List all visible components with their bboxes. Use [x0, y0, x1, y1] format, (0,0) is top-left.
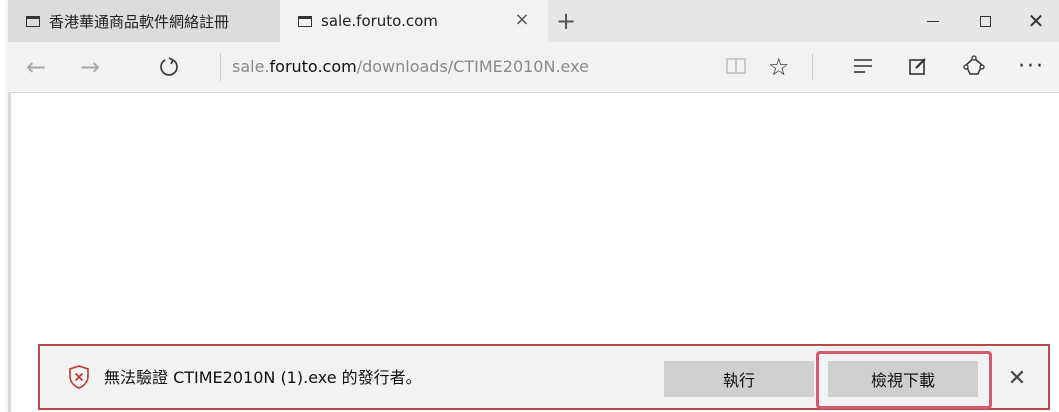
refresh-icon: [160, 57, 178, 76]
minimize-icon: [927, 20, 939, 22]
address-bar[interactable]: sale.foruto.com/downloads/CTIME2010N.exe: [232, 54, 589, 80]
tab-close-button[interactable]: ×: [512, 10, 532, 30]
tab-inactive[interactable]: 香港華通商品軟件網絡註冊: [8, 0, 280, 42]
refresh-button[interactable]: [151, 50, 187, 84]
maximize-button[interactable]: [960, 0, 1010, 42]
back-arrow-icon: ←: [25, 53, 47, 81]
close-icon: ✕: [1007, 365, 1027, 391]
maximize-icon: [979, 15, 991, 27]
star-icon[interactable]: ☆: [768, 50, 790, 84]
hub-icon[interactable]: [853, 58, 873, 74]
run-button[interactable]: 執行: [664, 361, 814, 397]
share-icon[interactable]: [963, 55, 985, 77]
tab-title: 香港華通商品軟件網絡註冊: [49, 12, 230, 31]
back-button[interactable]: ←: [18, 50, 54, 84]
forward-button[interactable]: →: [72, 50, 108, 84]
tab-page-icon: [298, 15, 312, 27]
reading-view-icon[interactable]: [726, 58, 746, 74]
address-path: /downloads/CTIME2010N.exe: [356, 57, 589, 76]
tab-page-icon: [26, 15, 40, 27]
web-note-icon[interactable]: [908, 56, 928, 76]
address-host: foruto.com: [269, 57, 357, 76]
tab-active[interactable]: sale.foruto.com ×: [280, 0, 548, 42]
download-notification-bar: 無法驗證 CTIME2010N (1).exe 的發行者。 執行 檢視下載 ✕: [38, 344, 1050, 410]
forward-arrow-icon: →: [79, 53, 101, 81]
browser-window: 香港華通商品軟件網絡註冊 sale.foruto.com × + ✕ ← → s…: [8, 0, 1059, 412]
close-icon: ✕: [1027, 9, 1045, 33]
minimize-button[interactable]: [908, 0, 958, 42]
address-divider: [220, 53, 221, 81]
view-downloads-button[interactable]: 檢視下載: [828, 361, 978, 397]
download-close-button[interactable]: ✕: [1002, 360, 1032, 396]
shield-warning-icon: [69, 365, 89, 389]
tab-title: sale.foruto.com: [321, 12, 438, 30]
more-icon[interactable]: ···: [1018, 52, 1045, 82]
address-prefix: sale.: [232, 57, 270, 76]
new-tab-button[interactable]: +: [553, 8, 579, 34]
window-close-button[interactable]: ✕: [1011, 0, 1059, 42]
toolbar-divider: [812, 54, 813, 80]
download-message: 無法驗證 CTIME2010N (1).exe 的發行者。: [104, 368, 422, 387]
tab-bar: 香港華通商品軟件網絡註冊 sale.foruto.com × + ✕: [8, 0, 1059, 42]
navigation-bar: ← → sale.foruto.com/downloads/CTIME2010N…: [8, 42, 1059, 93]
